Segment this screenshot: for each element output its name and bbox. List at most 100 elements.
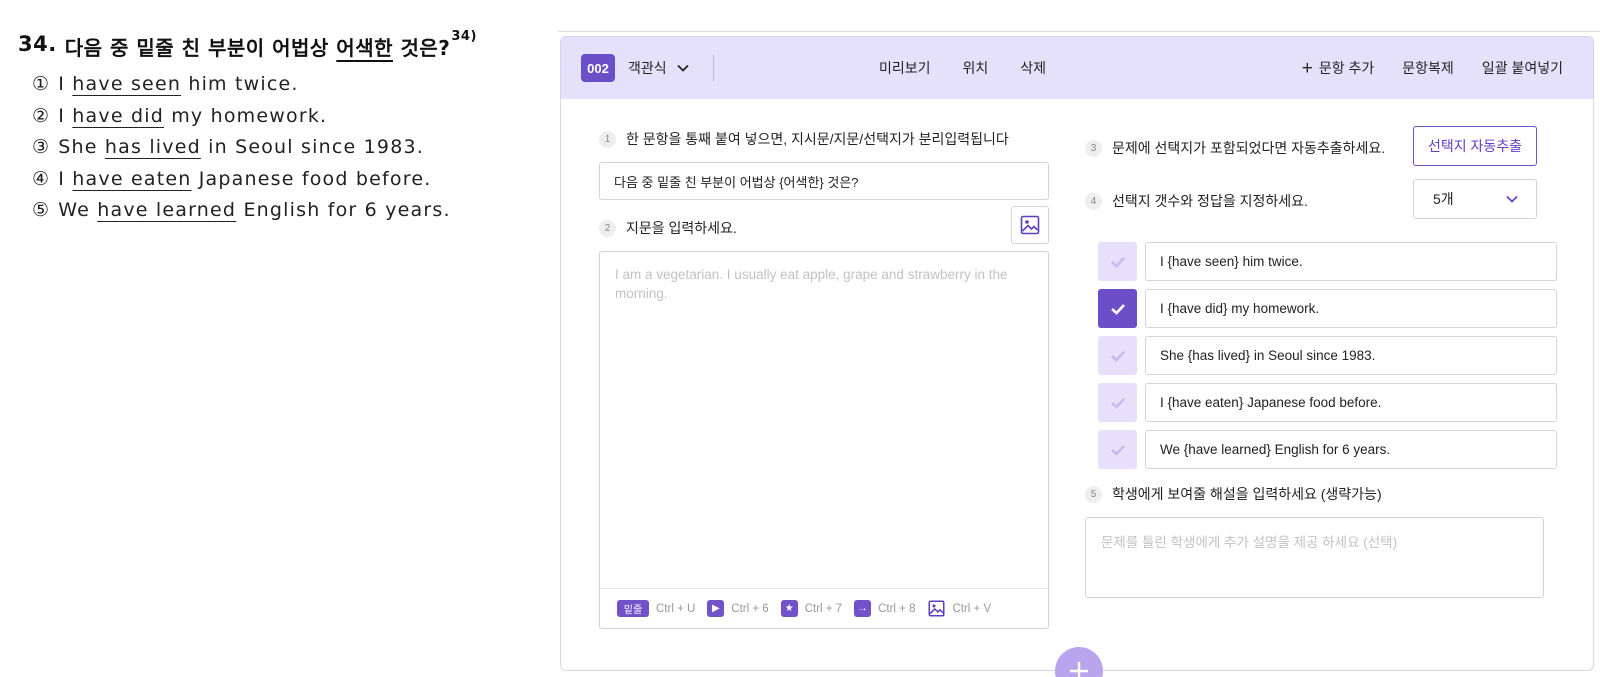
- step-1: 1 한 문항을 통째 붙여 넣으면, 지시문/지문/선택지가 분리입력됩니다: [599, 129, 1009, 149]
- choice-input[interactable]: I {have seen} him twice.: [1145, 242, 1557, 281]
- editor-toolbar: 002 객관식 미리보기 위치 삭제 + 문항 추가 문항복제 일괄 붙여넣기: [561, 37, 1593, 99]
- shortcut-keys: Ctrl + V: [952, 602, 992, 615]
- top-divider: [558, 31, 1600, 32]
- check-icon: [1110, 397, 1125, 409]
- check-icon: [1110, 444, 1125, 456]
- choice-row: She {has lived} in Seoul since 1983.: [1098, 336, 1557, 375]
- step-4: 4 선택지 갯수와 정답을 지정하세요.: [1085, 191, 1308, 211]
- question-option: ①I have seen him twice.: [32, 69, 548, 101]
- correct-answer-toggle[interactable]: [1098, 242, 1137, 281]
- option-mark: ②: [32, 104, 51, 127]
- add-item-button[interactable]: + 문항 추가: [1302, 58, 1375, 78]
- question-type-label: 객관식: [628, 60, 667, 76]
- star-icon: ★: [780, 600, 798, 617]
- choice-input[interactable]: I {have did} my homework.: [1145, 289, 1557, 328]
- step-number: 1: [599, 130, 616, 148]
- question-editor-card: 002 객관식 미리보기 위치 삭제 + 문항 추가 문항복제 일괄 붙여넣기 …: [560, 36, 1594, 671]
- step-label: 선택지 갯수와 정답을 지정하세요.: [1112, 193, 1308, 209]
- step-label: 문제에 선택지가 포함되었다면 자동추출하세요.: [1112, 140, 1386, 156]
- option-mark: ⑤: [32, 199, 51, 221]
- question-option: ②I have did my homework.: [32, 101, 548, 133]
- shortcut-keys: Ctrl + 7: [804, 602, 843, 615]
- option-underlined: have learned: [97, 199, 237, 221]
- choice-input[interactable]: We {have learned} English for 6 years.: [1145, 430, 1557, 469]
- chevron-down-icon: [1506, 195, 1518, 203]
- shortcut-star[interactable]: ★ Ctrl + 7: [780, 600, 843, 617]
- explanation-placeholder: 문제를 틀린 학생에게 추가 설명을 제공 하세요 (선택): [1101, 535, 1398, 550]
- option-before: I: [58, 167, 66, 190]
- option-before: We: [58, 199, 90, 221]
- shortcut-keys: Ctrl + U: [656, 602, 696, 615]
- choice-row: We {have learned} English for 6 years.: [1098, 430, 1557, 469]
- position-button[interactable]: 위치: [963, 58, 989, 78]
- choice-input[interactable]: She {has lived} in Seoul since 1983.: [1145, 336, 1557, 375]
- choice-count-select[interactable]: 5개: [1413, 179, 1537, 219]
- auto-extract-choices-button[interactable]: 선택지 자동추출: [1413, 126, 1537, 166]
- step-label: 학생에게 보여줄 해설을 입력하세요 (생략가능): [1112, 486, 1382, 502]
- plus-icon: +: [1301, 57, 1313, 79]
- option-after: Japanese food before.: [198, 167, 432, 190]
- question-footnote: 34): [451, 29, 477, 44]
- choice-row: I {have eaten} Japanese food before.: [1098, 383, 1557, 422]
- image-icon: [927, 600, 945, 618]
- explanation-input[interactable]: 문제를 틀린 학생에게 추가 설명을 제공 하세요 (선택): [1085, 517, 1544, 598]
- step-label: 한 문항을 통째 붙여 넣으면, 지시문/지문/선택지가 분리입력됩니다: [626, 131, 1009, 147]
- option-after: him twice.: [188, 73, 299, 95]
- step-number: 2: [599, 219, 616, 237]
- step-number: 3: [1085, 139, 1102, 157]
- step-label: 지문을 입력하세요.: [626, 220, 737, 236]
- shortcut-bar: 밑줄 Ctrl + U ▶ Ctrl + 6 ★ Ctrl + 7 → Ctrl + 8…: [600, 588, 1048, 628]
- step-2: 2 지문을 입력하세요.: [599, 218, 737, 238]
- option-mark: ①: [32, 73, 51, 95]
- duplicate-item-button[interactable]: 문항복제: [1402, 58, 1454, 78]
- correct-answer-toggle[interactable]: [1098, 289, 1137, 328]
- check-icon: [1110, 256, 1125, 268]
- check-icon: [1110, 303, 1125, 315]
- shortcut-arrow[interactable]: → Ctrl + 8: [854, 600, 915, 617]
- choice-input[interactable]: I {have eaten} Japanese food before.: [1145, 383, 1557, 422]
- option-mark: ④: [32, 167, 51, 190]
- question-option: ⑤ We have learned English for 6 years.: [32, 195, 548, 227]
- choice-row: I {have did} my homework.: [1098, 289, 1557, 328]
- question-number: 34.: [18, 32, 57, 56]
- bulk-paste-button[interactable]: 일괄 붙여넣기: [1482, 58, 1563, 78]
- question-number-badge: 002: [581, 54, 615, 82]
- source-question: 34. 다음 중 밑줄 친 부분이 어법상 어색한 것은? 34) ①I have…: [18, 29, 548, 227]
- correct-answer-toggle[interactable]: [1098, 336, 1137, 375]
- question-options: ①I have seen him twice. ②I have did my h…: [18, 69, 548, 227]
- insert-image-button[interactable]: [1011, 206, 1049, 244]
- shortcut-triangle[interactable]: ▶ Ctrl + 6: [707, 600, 769, 617]
- toolbar-divider: [712, 55, 714, 81]
- delete-button[interactable]: 삭제: [1020, 58, 1046, 78]
- shortcut-underline[interactable]: 밑줄 Ctrl + U: [617, 600, 695, 617]
- option-after: English for 6 years.: [243, 199, 451, 221]
- option-after: my homework.: [171, 104, 328, 127]
- toolbar-right-actions: + 문항 추가 문항복제 일괄 붙여넣기: [1302, 37, 1563, 99]
- shortcut-keys: Ctrl + 8: [878, 602, 916, 615]
- option-underlined: has lived: [104, 136, 201, 158]
- image-icon: [1020, 215, 1040, 235]
- question-title-before: 다음 중 밑줄 친 부분이 어법상: [64, 36, 329, 60]
- shortcut-image[interactable]: Ctrl + V: [927, 600, 991, 618]
- question-title-after: 것은?: [400, 36, 451, 60]
- preview-button[interactable]: 미리보기: [879, 58, 931, 78]
- step-number: 5: [1085, 485, 1102, 503]
- option-underlined: have eaten: [72, 167, 192, 190]
- choice-count-value: 5개: [1433, 191, 1454, 207]
- correct-answer-toggle[interactable]: [1098, 430, 1137, 469]
- instruction-input[interactable]: 다음 중 밑줄 친 부분이 어법상 {어색한} 것은?: [599, 162, 1049, 200]
- question-type-select[interactable]: 객관식: [628, 58, 689, 78]
- question-title: 34. 다음 중 밑줄 친 부분이 어법상 어색한 것은? 34): [18, 29, 548, 61]
- step-number: 4: [1085, 192, 1102, 210]
- step-3: 3 문제에 선택지가 포함되었다면 자동추출하세요.: [1085, 138, 1385, 158]
- passage-editor[interactable]: I am a vegetarian. I usually eat apple, …: [599, 251, 1049, 629]
- step-5: 5 학생에게 보여줄 해설을 입력하세요 (생략가능): [1085, 484, 1382, 504]
- correct-answer-toggle[interactable]: [1098, 383, 1137, 422]
- chevron-down-icon: [677, 64, 689, 72]
- option-underlined: have seen: [72, 73, 182, 95]
- check-icon: [1110, 350, 1125, 362]
- option-before: She: [58, 136, 98, 158]
- option-mark: ③: [32, 136, 51, 158]
- question-option: ③ She has lived in Seoul since 1983.: [32, 132, 548, 164]
- triangle-icon: ▶: [707, 600, 725, 617]
